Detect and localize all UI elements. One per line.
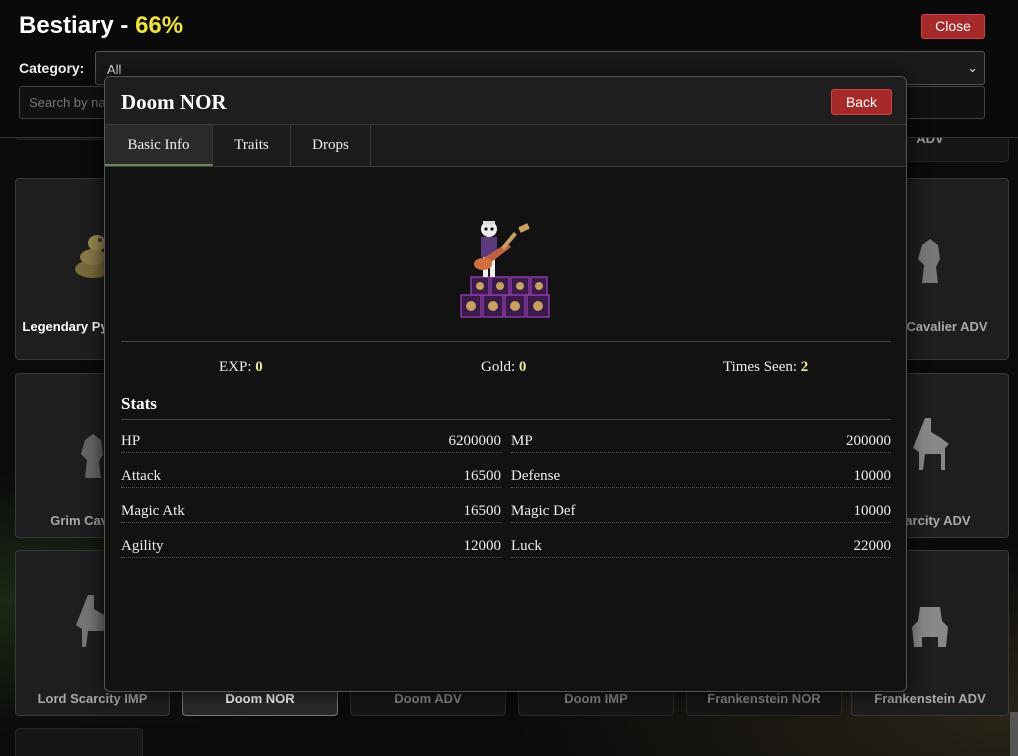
category-label: Category:: [19, 60, 85, 76]
card-label: Frankenstein ADV: [874, 691, 986, 706]
divider: [121, 419, 891, 420]
card-label: Lord Scarcity IMP: [37, 691, 148, 706]
gold-label: Gold:: [481, 359, 516, 375]
cavalier-silhouette-icon: [918, 239, 940, 283]
modal-tabs: Basic Info Traits Drops: [105, 125, 906, 167]
stat-label: Magic Def: [511, 503, 576, 519]
stat-row-mp: MP 200000: [511, 431, 891, 453]
modal-header: Doom NOR Back: [105, 77, 906, 125]
stat-value: 12000: [463, 538, 502, 554]
modal-title: Doom NOR: [121, 90, 227, 114]
stat-row-magic-def: Magic Def 10000: [511, 501, 891, 523]
stat-value: 22000: [853, 538, 892, 554]
divider: [121, 341, 891, 342]
stat-label: Magic Atk: [121, 503, 185, 519]
stat-row-magic-atk: Magic Atk 16500: [121, 501, 501, 523]
stat-label: HP: [121, 433, 141, 449]
stat-label: MP: [511, 433, 533, 449]
times-seen-value: 2: [800, 359, 809, 375]
tab-traits[interactable]: Traits: [213, 125, 291, 166]
category-value: All: [107, 62, 122, 77]
tab-drops[interactable]: Drops: [291, 125, 371, 166]
exp-value: 0: [255, 359, 263, 375]
card-label: Doom NOR: [225, 691, 295, 706]
stat-row-luck: Luck 22000: [511, 536, 891, 558]
horse-rider-silhouette-icon: [913, 418, 949, 470]
card-label: Doom IMP: [564, 691, 628, 706]
times-seen-label: Times Seen:: [723, 359, 798, 375]
gold-summary: Gold: 0: [481, 359, 526, 376]
stat-value: 10000: [853, 503, 892, 519]
card-label: Frankenstein NOR: [707, 691, 821, 706]
exp-summary: EXP: 0: [219, 359, 263, 376]
back-button[interactable]: Back: [831, 89, 892, 115]
exp-label: EXP:: [219, 359, 252, 375]
card-label: Doom ADV: [394, 691, 462, 706]
close-button[interactable]: Close: [921, 14, 985, 39]
tab-basic-info[interactable]: Basic Info: [105, 125, 213, 166]
stat-row-agility: Agility 12000: [121, 536, 501, 558]
bestiary-title: Bestiary - 66%: [19, 12, 183, 40]
doom-sprite-icon: [460, 221, 550, 318]
stat-value: 16500: [463, 468, 502, 484]
times-seen-summary: Times Seen: 2: [723, 359, 808, 376]
stat-value: 200000: [846, 433, 891, 449]
page-scrollbar[interactable]: [1010, 712, 1018, 756]
stat-value: 16500: [463, 503, 502, 519]
completion-percent: 66%: [135, 12, 184, 39]
stat-row-defense: Defense 10000: [511, 466, 891, 488]
stat-row-hp: HP 6200000: [121, 431, 501, 453]
stat-label: Agility: [121, 538, 164, 554]
stat-label: Attack: [121, 468, 161, 484]
monster-detail-modal: Doom NOR Back Basic Info Traits Drops EX…: [104, 76, 907, 692]
bestiary-title-text: Bestiary -: [19, 12, 136, 39]
chevron-down-icon: ⌄: [967, 60, 978, 75]
stat-value: 10000: [853, 468, 892, 484]
stat-label: Defense: [511, 468, 561, 484]
stats-heading: Stats: [121, 394, 157, 413]
gold-value: 0: [518, 359, 527, 375]
stat-label: Luck: [511, 538, 542, 554]
stat-row-attack: Attack 16500: [121, 466, 501, 488]
monster-card[interactable]: [15, 728, 143, 756]
stat-value: 6200000: [448, 433, 502, 449]
frankenstein-silhouette-icon: [912, 607, 948, 647]
